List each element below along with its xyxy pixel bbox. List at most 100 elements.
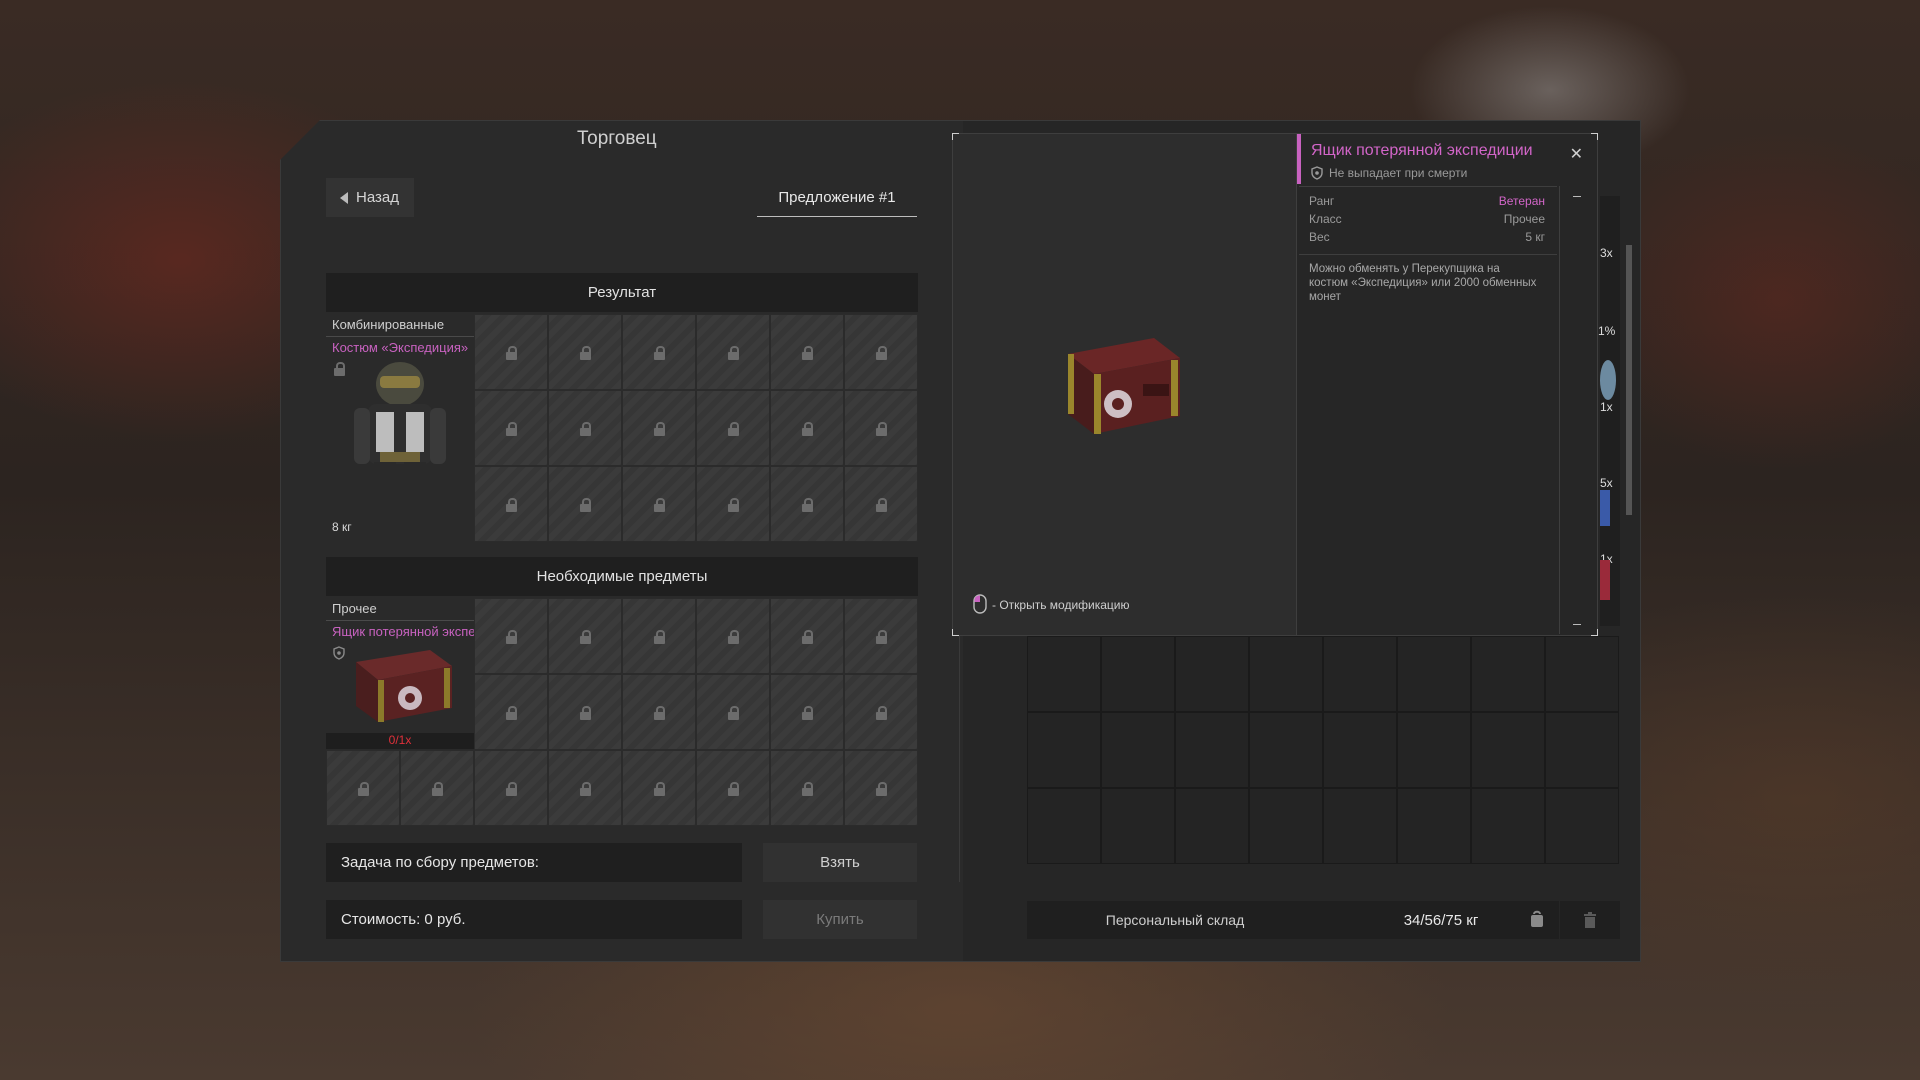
- stash-slot[interactable]: [1545, 636, 1619, 712]
- stash-slot[interactable]: [1471, 712, 1545, 788]
- stash-slot[interactable]: [1027, 712, 1101, 788]
- stash-slot[interactable]: [1397, 712, 1471, 788]
- locked-slot: [696, 314, 770, 390]
- locked-slot: [548, 390, 622, 466]
- stash-slot[interactable]: [1249, 636, 1323, 712]
- stash-slot[interactable]: [1175, 636, 1249, 712]
- divider: [1299, 254, 1557, 255]
- stats-list: Ранг Ветеран Класс Прочее Вес 5 кг: [1309, 192, 1545, 246]
- stat-value: Ветеран: [1498, 194, 1545, 208]
- lock-icon: [875, 781, 887, 796]
- lock-icon: [653, 497, 665, 512]
- lock-icon: [727, 781, 739, 796]
- locked-slot: [770, 674, 844, 750]
- stash-slot[interactable]: [1175, 712, 1249, 788]
- stash-slot[interactable]: [1027, 636, 1101, 712]
- personal-stash-tab[interactable]: Персональный склад: [1027, 901, 1323, 939]
- trash-button[interactable]: [1560, 901, 1620, 939]
- mouse-icon: [973, 594, 987, 614]
- locked-slot: [844, 674, 918, 750]
- lock-icon: [579, 345, 591, 360]
- stash-slot[interactable]: [1249, 712, 1323, 788]
- lock-icon: [875, 629, 887, 644]
- stash-slot[interactable]: [1471, 636, 1545, 712]
- no-drop-label: Не выпадает при смерти: [1329, 166, 1468, 180]
- stash-slot[interactable]: [1249, 788, 1323, 864]
- buy-button[interactable]: Купить: [763, 900, 917, 939]
- required-header: Необходимые предметы: [326, 557, 918, 596]
- locked-slot: [844, 466, 918, 542]
- locked-slot: [696, 390, 770, 466]
- trash-icon: [1584, 912, 1596, 928]
- scroll-bottom-mark[interactable]: [1573, 624, 1581, 625]
- stash-slot[interactable]: [1471, 788, 1545, 864]
- stash-slot[interactable]: [1323, 636, 1397, 712]
- stash-slot[interactable]: [1175, 788, 1249, 864]
- result-item-card[interactable]: Комбинированные Костюм «Экспедиция» 8 кг: [326, 314, 474, 540]
- lock-icon: [579, 781, 591, 796]
- locked-slot: [548, 314, 622, 390]
- stash-slot[interactable]: [1545, 788, 1619, 864]
- rarity-bar: [1297, 134, 1301, 184]
- stash-slot[interactable]: [1101, 712, 1175, 788]
- stash-slot[interactable]: [1323, 788, 1397, 864]
- required-grid: [474, 598, 918, 750]
- required-item-card[interactable]: Прочее Ящик потерянной экспедиции 0/1x: [326, 598, 474, 749]
- locked-slot: [622, 750, 696, 826]
- open-mod-hint: - Открыть модификацию: [992, 598, 1130, 612]
- tab-offer-1[interactable]: Предложение #1: [757, 178, 917, 217]
- take-button[interactable]: Взять: [763, 843, 917, 882]
- stash-item-orb[interactable]: [1600, 360, 1616, 400]
- lock-icon: [727, 421, 739, 436]
- locked-slot: [696, 750, 770, 826]
- stash-slot[interactable]: [1027, 788, 1101, 864]
- stat-row-rank: Ранг Ветеран: [1309, 192, 1545, 210]
- lock-icon: [579, 497, 591, 512]
- lock-icon: [505, 345, 517, 360]
- stash-item-blue[interactable]: [1600, 490, 1610, 526]
- locked-slot: [326, 750, 400, 826]
- lock-icon: [357, 781, 369, 796]
- required-grid-row3: [326, 750, 918, 826]
- lock-icon: [653, 345, 665, 360]
- locked-slot: [474, 750, 548, 826]
- lock-icon: [875, 345, 887, 360]
- lock-icon: [653, 421, 665, 436]
- lock-icon: [801, 497, 813, 512]
- suit-image: [354, 362, 446, 510]
- stash-slot[interactable]: [1545, 712, 1619, 788]
- stash-slot[interactable]: [1323, 712, 1397, 788]
- lock-icon: [875, 705, 887, 720]
- shield-icon: [1311, 166, 1323, 180]
- stash-scrollbar[interactable]: [1626, 245, 1632, 515]
- scroll-top-mark[interactable]: [1573, 196, 1581, 197]
- lock-icon: [801, 421, 813, 436]
- result-header: Результат: [326, 273, 918, 312]
- stash-slot[interactable]: [1397, 636, 1471, 712]
- back-button[interactable]: Назад: [326, 178, 414, 217]
- lock-icon: [505, 705, 517, 720]
- close-icon[interactable]: ✕: [1570, 144, 1583, 164]
- lock-icon: [505, 421, 517, 436]
- stash-count-4: 5x: [1600, 476, 1613, 490]
- locked-slot: [548, 598, 622, 674]
- locked-slot: [844, 598, 918, 674]
- stash-slot[interactable]: [1101, 788, 1175, 864]
- stash-item-red[interactable]: [1600, 560, 1610, 600]
- stash-count-2: 1%: [1598, 324, 1616, 338]
- locked-slot: [474, 598, 548, 674]
- lock-icon: [505, 497, 517, 512]
- task-label: Задача по сбору предметов:: [326, 843, 742, 882]
- locked-slot: [622, 466, 696, 542]
- locked-slot: [622, 674, 696, 750]
- item-info-panel: Ящик потерянной экспедиции Не выпадает п…: [1296, 133, 1598, 636]
- locked-slot: [474, 390, 548, 466]
- stash-count-3: 1x: [1600, 400, 1613, 414]
- item-preview: - Открыть модификацию: [952, 133, 1298, 636]
- stash-slot[interactable]: [1101, 636, 1175, 712]
- lock-icon: [727, 345, 739, 360]
- stash-slot[interactable]: [1397, 788, 1471, 864]
- lock-icon: [727, 497, 739, 512]
- lock-icon: [727, 705, 739, 720]
- stat-label: Ранг: [1309, 194, 1335, 208]
